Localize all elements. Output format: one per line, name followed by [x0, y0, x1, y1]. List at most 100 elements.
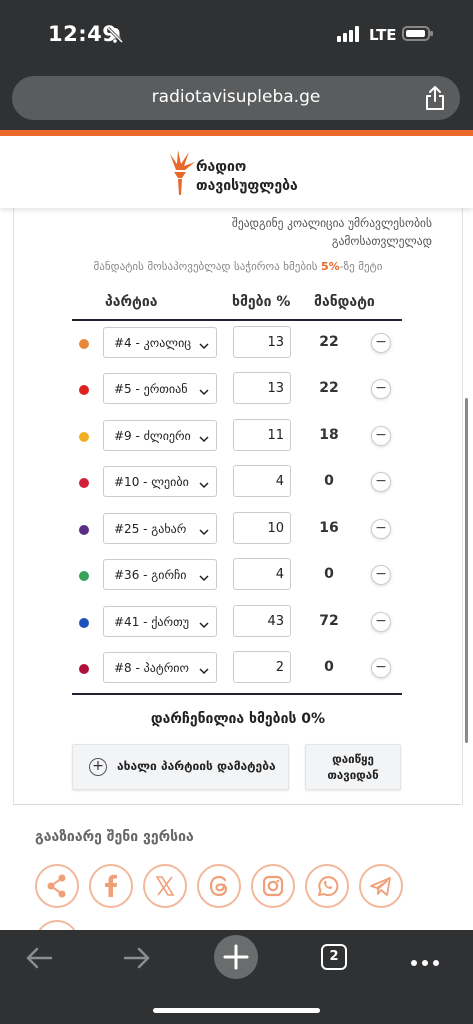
- party-color-dot: [79, 525, 89, 535]
- page-scrollbar[interactable]: [465, 398, 468, 743]
- votes-input[interactable]: 2: [233, 651, 291, 683]
- chevron-down-icon: [199, 664, 209, 678]
- party-select[interactable]: #25 - გახარ: [103, 513, 217, 544]
- chevron-down-icon: [199, 618, 209, 632]
- party-select-label: #10 - ლეიბი: [114, 475, 189, 489]
- party-row: #36 - გირჩი 4 0 −: [14, 554, 462, 600]
- more-options-icon[interactable]: [410, 952, 440, 971]
- share-icon[interactable]: [35, 864, 79, 908]
- remove-party-button[interactable]: −: [371, 565, 391, 585]
- party-select[interactable]: #4 - კოალიც: [103, 327, 217, 358]
- party-select-label: #41 - ქართუ: [114, 615, 189, 629]
- calculator-note: შეადგინე კოალიცია უმრავლესობის გამოსათვლ…: [231, 216, 432, 248]
- forward-arrow-icon[interactable]: [122, 946, 152, 974]
- mandates-value: 22: [319, 380, 339, 396]
- silent-bell-icon: [106, 26, 124, 48]
- votes-column-header: ხმები %: [232, 294, 291, 310]
- reset-button[interactable]: დაიწყე თავიდან: [305, 744, 401, 790]
- telegram-icon[interactable]: [359, 864, 403, 908]
- site-logo-text[interactable]: რადიო თავისუფლება: [196, 158, 298, 196]
- threads-icon[interactable]: [197, 864, 241, 908]
- tabs-button[interactable]: 2: [321, 944, 347, 970]
- mandates-value: 18: [319, 427, 339, 443]
- mandates-value: 0: [324, 659, 334, 675]
- chevron-down-icon: [199, 385, 209, 399]
- network-type: LTE: [369, 26, 397, 44]
- mandates-column-header: მანდატი: [314, 294, 375, 310]
- votes-input[interactable]: 11: [233, 419, 291, 451]
- party-column-header: პარტია: [105, 294, 158, 310]
- table-bottom-rule: [72, 693, 402, 695]
- party-color-dot: [79, 571, 89, 581]
- chevron-down-icon: [199, 432, 209, 446]
- votes-input[interactable]: 10: [233, 512, 291, 544]
- party-row: #10 - ლეიბი 4 0 −: [14, 461, 462, 507]
- site-header: რადიო თავისუფლება: [0, 136, 473, 208]
- mandates-value: 72: [319, 613, 339, 629]
- party-row: #41 - ქართუ 43 72 −: [14, 601, 462, 647]
- party-row: #25 - გახარ 10 16 −: [14, 508, 462, 554]
- party-select[interactable]: #10 - ლეიბი: [103, 466, 217, 497]
- remove-party-button[interactable]: −: [371, 472, 391, 492]
- party-color-dot: [79, 385, 89, 395]
- chevron-down-icon: [199, 478, 209, 492]
- party-color-dot: [79, 478, 89, 488]
- remove-party-button[interactable]: −: [371, 333, 391, 353]
- table-top-rule: [72, 319, 402, 321]
- add-party-label: ახალი პარტიის დამატება: [117, 759, 276, 773]
- votes-input[interactable]: 13: [233, 326, 291, 358]
- party-select-label: #25 - გახარ: [114, 522, 187, 536]
- party-select-label: #5 - ერთიან: [114, 382, 188, 396]
- x-icon[interactable]: [143, 864, 187, 908]
- mandates-value: 0: [324, 566, 334, 582]
- mandates-value: 0: [324, 473, 334, 489]
- party-select[interactable]: #41 - ქართუ: [103, 606, 217, 637]
- threshold-suffix: -ზე მეტი: [339, 260, 383, 273]
- votes-input[interactable]: 43: [233, 605, 291, 637]
- browser-toolbar: 2: [0, 930, 473, 1024]
- votes-input[interactable]: 4: [233, 465, 291, 497]
- remove-party-button[interactable]: −: [371, 519, 391, 539]
- party-select[interactable]: #9 - ძლიერი: [103, 420, 217, 451]
- plus-icon: [223, 944, 249, 970]
- party-row: #9 - ძლიერი 11 18 −: [14, 415, 462, 461]
- facebook-icon[interactable]: [89, 864, 133, 908]
- party-select[interactable]: #8 - პატრიო: [103, 652, 217, 683]
- whatsapp-icon[interactable]: [305, 864, 349, 908]
- party-color-dot: [79, 664, 89, 674]
- reset-label-line-1: დაიწყე: [332, 752, 374, 766]
- remove-party-button[interactable]: −: [371, 379, 391, 399]
- party-row: #5 - ერთიან 13 22 −: [14, 368, 462, 414]
- share-page-icon[interactable]: [424, 85, 446, 115]
- plus-icon: +: [89, 758, 107, 776]
- new-tab-button[interactable]: [214, 935, 258, 979]
- party-select-label: #4 - კოალიც: [114, 336, 192, 350]
- party-color-dot: [79, 339, 89, 349]
- web-page: რადიო თავისუფლება შეადგინე კოალიცია უმრა…: [0, 136, 473, 930]
- back-arrow-icon[interactable]: [24, 946, 54, 974]
- party-select[interactable]: #36 - გირჩი: [103, 559, 217, 590]
- more-share-button[interactable]: [35, 920, 79, 930]
- remove-party-button[interactable]: −: [371, 658, 391, 678]
- remove-party-button[interactable]: −: [371, 426, 391, 446]
- chevron-down-icon: [199, 339, 209, 353]
- party-select-label: #36 - გირჩი: [114, 568, 187, 582]
- votes-input[interactable]: 13: [233, 372, 291, 404]
- reset-label-line-2: თავიდან: [327, 768, 379, 782]
- votes-input[interactable]: 4: [233, 558, 291, 590]
- threshold-value: 5%: [320, 260, 340, 273]
- instagram-icon[interactable]: [251, 864, 295, 908]
- torch-logo-icon[interactable]: [164, 148, 196, 202]
- party-color-dot: [79, 432, 89, 442]
- party-select[interactable]: #5 - ერთიან: [103, 373, 217, 404]
- add-party-button[interactable]: + ახალი პარტიის დამატება: [72, 744, 289, 790]
- address-bar[interactable]: radiotavisupleba.ge: [12, 76, 460, 120]
- signal-icon: [337, 26, 361, 46]
- threshold-note: მანდატის მოსაპოვებლად საჭიროა ხმების 5%-…: [14, 260, 462, 273]
- remove-party-button[interactable]: −: [371, 612, 391, 632]
- chevron-down-icon: [199, 571, 209, 585]
- battery-icon: [402, 26, 433, 41]
- party-row: #4 - კოალიც 13 22 −: [14, 322, 462, 368]
- party-row: #8 - პატრიო 2 0 −: [14, 647, 462, 693]
- chevron-down-icon: [199, 525, 209, 539]
